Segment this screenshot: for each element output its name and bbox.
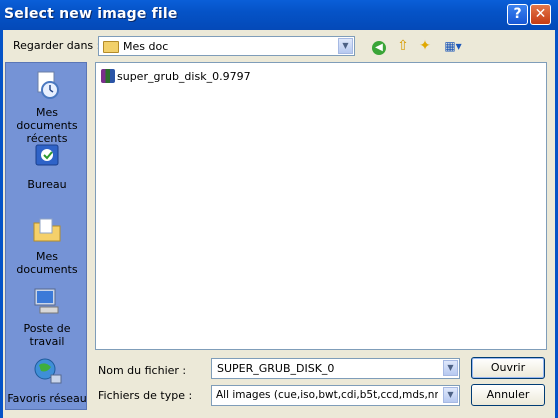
my-computer-icon — [34, 288, 59, 314]
place-recent-documents[interactable]: Mes documents récents — [6, 69, 88, 145]
views-menu-icon[interactable]: ▦▾ — [440, 36, 466, 56]
chevron-down-icon[interactable]: ▼ — [443, 360, 458, 376]
chevron-down-icon[interactable]: ▼ — [338, 38, 353, 54]
desktop-icon — [35, 144, 59, 166]
folder-icon — [103, 41, 119, 53]
lookin-dropdown[interactable]: Mes doc ▼ — [98, 36, 355, 56]
up-folder-icon[interactable]: ⇧ — [393, 36, 413, 56]
rar-archive-icon — [101, 69, 115, 83]
place-label: Poste de travail — [23, 322, 71, 348]
place-label: Favoris réseau — [7, 392, 87, 405]
filename-value: SUPER_GRUB_DISK_0 — [217, 362, 335, 375]
window-title: Select new image file — [4, 6, 178, 22]
my-documents-icon — [33, 218, 61, 242]
lookin-value: Mes doc — [123, 40, 169, 53]
place-desktop[interactable]: Bureau — [6, 141, 88, 191]
recent-documents-icon — [37, 71, 59, 99]
place-label: Bureau — [27, 178, 67, 191]
place-my-computer[interactable]: Poste de travail — [6, 285, 88, 348]
open-button[interactable]: Ouvrir — [471, 357, 545, 379]
place-label: Mes documents — [16, 250, 78, 276]
place-my-documents[interactable]: Mes documents — [6, 213, 88, 276]
file-list[interactable]: super_grub_disk_0.9797 — [95, 62, 547, 350]
filetype-select[interactable]: All images (cue,iso,bwt,cdi,b5t,ccd,mds,… — [211, 385, 460, 406]
cancel-button[interactable]: Annuler — [471, 384, 545, 406]
filename-label: Nom du fichier : — [98, 364, 187, 377]
back-icon[interactable]: ◀ — [369, 36, 389, 56]
chevron-down-icon[interactable]: ▼ — [443, 387, 458, 403]
close-button[interactable]: ✕ — [530, 4, 551, 25]
places-bar: Mes documents récents Bureau Mes documen… — [5, 62, 87, 410]
lookin-label: Regarder dans : — [13, 39, 101, 52]
filetype-label: Fichiers de type : — [98, 389, 193, 402]
window-frame-left — [0, 30, 3, 418]
new-folder-icon[interactable]: ✦ — [415, 36, 435, 56]
filename-input[interactable]: SUPER_GRUB_DISK_0 ▼ — [211, 358, 460, 379]
place-network[interactable]: Favoris réseau — [6, 355, 88, 405]
file-name: super_grub_disk_0.9797 — [117, 70, 251, 83]
filetype-value: All images (cue,iso,bwt,cdi,b5t,ccd,mds,… — [216, 389, 438, 401]
title-bar: Select new image file ? ✕ — [0, 0, 558, 30]
help-button[interactable]: ? — [507, 4, 528, 25]
network-places-icon — [34, 358, 62, 384]
place-label: Mes documents récents — [16, 106, 78, 145]
